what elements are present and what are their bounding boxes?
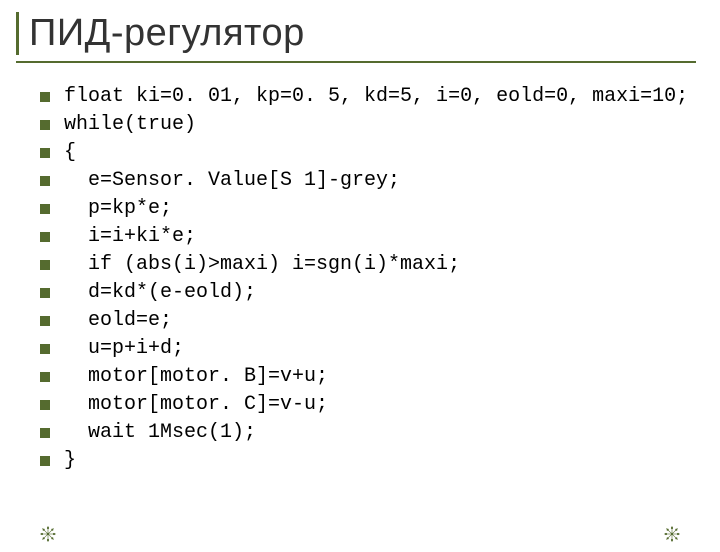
bullet-icon: [40, 400, 50, 410]
code-line: if (abs(i)>maxi) i=sgn(i)*maxi;: [40, 255, 720, 275]
code-text: {: [64, 143, 76, 163]
code-line: motor[motor. C]=v-u;: [40, 395, 720, 415]
code-line: while(true): [40, 115, 720, 135]
bullet-icon: [40, 232, 50, 242]
title-bar: ПИД-регулятор: [16, 12, 696, 63]
code-text: p=kp*e;: [64, 199, 172, 219]
code-text: }: [64, 451, 76, 471]
code-line: i=i+ki*e;: [40, 227, 720, 247]
bullet-icon: [40, 260, 50, 270]
code-text: motor[motor. B]=v+u;: [64, 367, 328, 387]
code-line: wait 1Msec(1);: [40, 423, 720, 443]
code-text: motor[motor. C]=v-u;: [64, 395, 328, 415]
code-text: eold=e;: [64, 311, 172, 331]
bullet-icon: [40, 204, 50, 214]
code-text: if (abs(i)>maxi) i=sgn(i)*maxi;: [64, 255, 460, 275]
code-text: float ki=0. 01, kp=0. 5, kd=5, i=0, eold…: [64, 87, 688, 107]
bullet-icon: [40, 316, 50, 326]
bullet-icon: [40, 372, 50, 382]
code-text: while(true): [64, 115, 196, 135]
slide: ПИД-регулятор float ki=0. 01, kp=0. 5, k…: [0, 12, 720, 552]
code-text: wait 1Msec(1);: [64, 423, 256, 443]
code-line: d=kd*(e-eold);: [40, 283, 720, 303]
title-bar-inner: ПИД-регулятор: [16, 12, 696, 55]
code-text: u=p+i+d;: [64, 339, 184, 359]
code-line: p=kp*e;: [40, 199, 720, 219]
bullet-icon: [40, 456, 50, 466]
bullet-icon: [40, 288, 50, 298]
code-text: d=kd*(e-eold);: [64, 283, 256, 303]
bullet-icon: [40, 176, 50, 186]
code-line: }: [40, 451, 720, 471]
code-text: e=Sensor. Value[S 1]-grey;: [64, 171, 400, 191]
code-line: float ki=0. 01, kp=0. 5, kd=5, i=0, eold…: [40, 87, 720, 107]
code-line: eold=e;: [40, 311, 720, 331]
code-line: u=p+i+d;: [40, 339, 720, 359]
slide-title: ПИД-регулятор: [29, 12, 696, 55]
code-content: float ki=0. 01, kp=0. 5, kd=5, i=0, eold…: [40, 87, 720, 471]
code-line: e=Sensor. Value[S 1]-grey;: [40, 171, 720, 191]
bullet-icon: [40, 92, 50, 102]
code-text: i=i+ki*e;: [64, 227, 196, 247]
bullet-icon: [40, 428, 50, 438]
code-line: motor[motor. B]=v+u;: [40, 367, 720, 387]
code-line: {: [40, 143, 720, 163]
bullet-icon: [40, 148, 50, 158]
bullet-icon: [40, 120, 50, 130]
bullet-icon: [40, 344, 50, 354]
